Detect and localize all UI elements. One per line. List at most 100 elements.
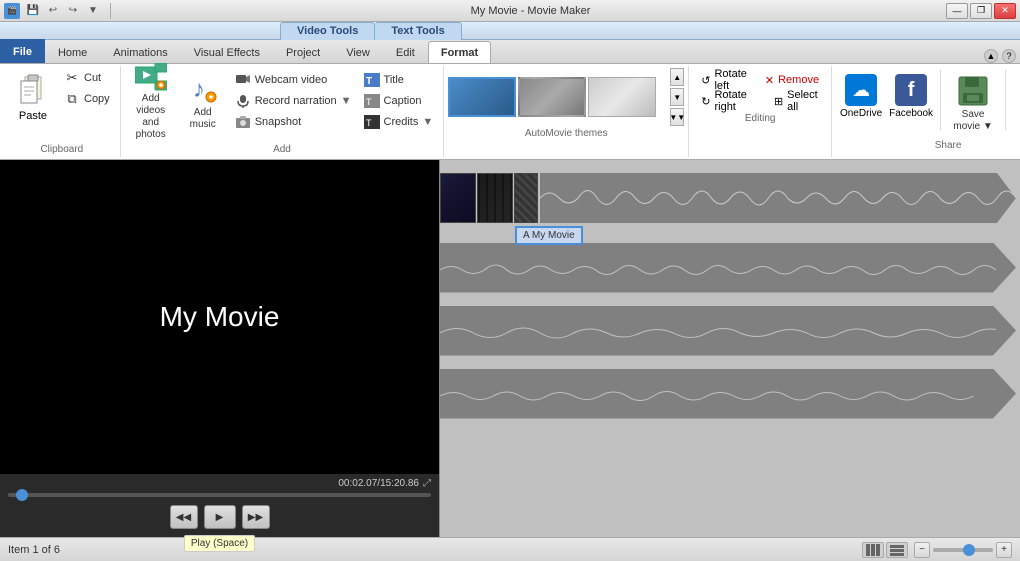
rotate-left-button[interactable]: ↺ Rotate left [695, 70, 753, 90]
rotate-right-button[interactable]: ↻ Rotate right [695, 91, 762, 111]
automovie-group-label: AutoMovie themes [448, 126, 684, 141]
close-button[interactable]: ✕ [994, 3, 1016, 19]
timeline-view-btn[interactable] [886, 542, 908, 558]
facebook-icon: f [895, 74, 927, 106]
timeline-track-1: A My Movie [440, 168, 1016, 228]
tab-view[interactable]: View [333, 41, 383, 63]
video-frame-1[interactable] [440, 173, 476, 223]
track-1-audio[interactable] [540, 173, 1016, 223]
theme-scroll-down[interactable]: ▼ [670, 88, 684, 106]
tab-project[interactable]: Project [273, 41, 333, 63]
window-controls: — ❐ ✕ [946, 3, 1016, 19]
tab-text-tools[interactable]: Text Tools [375, 22, 461, 40]
playback-controls: ◀◀ ▶ ▶▶ [8, 501, 431, 533]
record-narration-label: Record narration [255, 95, 337, 107]
collapse-ribbon-btn[interactable]: ▲ [984, 49, 998, 63]
track-4-content[interactable] [440, 369, 1016, 419]
theme-scroll-up[interactable]: ▲ [670, 68, 684, 86]
redo-quick-btn[interactable]: ↪ [64, 2, 82, 20]
zoom-control: − + [914, 542, 1012, 558]
share-content: ☁ OneDrive f Facebook Savemovie ▼ [838, 68, 1020, 138]
add-videos-button[interactable]: Add videosand photos [127, 68, 175, 136]
minimize-button[interactable]: — [946, 3, 968, 19]
svg-text:T: T [366, 97, 372, 107]
tab-home[interactable]: Home [45, 41, 100, 63]
progress-thumb[interactable] [16, 489, 28, 501]
app-icon: 🎬 [4, 3, 20, 19]
timeline-track-2 [440, 240, 1016, 295]
zoom-in-button[interactable]: + [996, 542, 1012, 558]
tab-format[interactable]: Format [428, 41, 491, 63]
onedrive-label: OneDrive [840, 108, 882, 119]
play-tooltip: Play (Space) [184, 535, 255, 552]
theme-list [448, 77, 668, 117]
cut-copy-col: ✂ Cut ⧉ Copy [60, 68, 114, 109]
rotate-left-icon: ↺ [701, 74, 710, 87]
storyboard-btn[interactable] [862, 542, 884, 558]
preview-pane: My Movie 00:02.07/15:20.86 ⤢ ◀◀ ▶ ▶▶ Pla… [0, 160, 440, 537]
zoom-thumb[interactable] [963, 544, 975, 556]
video-frame-3[interactable] [514, 173, 538, 223]
svg-text:T: T [366, 118, 372, 128]
video-frame-2[interactable] [477, 173, 513, 223]
clipboard-group-content: Paste ✂ Cut ⧉ Copy [10, 68, 114, 142]
onedrive-button[interactable]: ☁ OneDrive [838, 70, 884, 138]
paste-icon [17, 72, 49, 108]
remove-button[interactable]: ✕ Remove [759, 70, 825, 90]
theme-item-3[interactable] [588, 77, 656, 117]
copy-button[interactable]: ⧉ Copy [60, 89, 114, 109]
prev-frame-button[interactable]: ◀◀ [170, 505, 198, 529]
record-narration-button[interactable]: Record narration ▼ [231, 91, 356, 111]
save-movie-label: Savemovie ▼ [953, 109, 992, 133]
zoom-out-button[interactable]: − [914, 542, 930, 558]
progress-bar[interactable] [8, 493, 431, 497]
theme-item-2[interactable] [518, 77, 586, 117]
webcam-video-button[interactable]: Webcam video [231, 70, 356, 90]
main-content: My Movie 00:02.07/15:20.86 ⤢ ◀◀ ▶ ▶▶ Pla… [0, 160, 1020, 537]
remove-icon: ✕ [765, 74, 774, 87]
theme-scroll-more[interactable]: ▼▼ [670, 108, 684, 126]
tab-visual-effects[interactable]: Visual Effects [181, 41, 273, 63]
add-group-label: Add [127, 142, 438, 157]
caption-button[interactable]: T Caption [360, 91, 438, 111]
expand-icon[interactable]: ⤢ [423, 478, 431, 489]
paste-button[interactable]: Paste [10, 68, 56, 136]
timeline-scroll[interactable]: A My Movie [440, 160, 1020, 537]
undo-quick-btn[interactable]: ↩ [44, 2, 62, 20]
help-btn[interactable]: ? [1002, 49, 1016, 63]
track-3-content[interactable] [440, 306, 1016, 356]
play-button[interactable]: ▶ [204, 505, 236, 529]
tab-animations[interactable]: Animations [100, 41, 180, 63]
tab-video-tools[interactable]: Video Tools [280, 22, 375, 40]
add-group-content: Add videosand photos ♪ Addmusic [127, 68, 438, 142]
tab-edit[interactable]: Edit [383, 41, 428, 63]
zoom-slider[interactable] [933, 548, 993, 552]
maximize-button[interactable]: ❐ [970, 3, 992, 19]
dropdown-quick-btn[interactable]: ▼ [84, 2, 102, 20]
rotate-right-label: Rotate right [714, 89, 755, 113]
add-music-button[interactable]: ♪ Addmusic [179, 68, 227, 136]
theme-row-1 [448, 77, 668, 117]
save-movie-icon [957, 75, 989, 107]
cut-icon: ✂ [64, 70, 80, 86]
tab-file[interactable]: File [0, 39, 45, 63]
caption-icon: T [364, 93, 380, 109]
track-2-waveform [440, 255, 996, 285]
profile-button[interactable]: Lewis [1012, 70, 1020, 138]
cut-button[interactable]: ✂ Cut [60, 68, 114, 88]
editing-group-label: Editing [695, 111, 825, 126]
title-overlay[interactable]: A My Movie [515, 226, 583, 245]
snapshot-button[interactable]: Snapshot [231, 112, 356, 132]
timestamp: 00:02.07/15:20.86 [338, 478, 419, 489]
credits-button[interactable]: T Credits ▼ [360, 112, 438, 132]
facebook-button[interactable]: f Facebook [888, 70, 934, 138]
save-movie-button[interactable]: Savemovie ▼ [947, 70, 999, 138]
status-right: − + [862, 542, 1012, 558]
title-button[interactable]: T Title [360, 70, 438, 90]
track-2-content[interactable] [440, 243, 1016, 293]
select-all-button[interactable]: ⊞ Select all [768, 91, 825, 111]
next-frame-button[interactable]: ▶▶ [242, 505, 270, 529]
theme-item-1[interactable] [448, 77, 516, 117]
snapshot-label: Snapshot [255, 116, 301, 128]
save-quick-btn[interactable]: 💾 [24, 2, 42, 20]
